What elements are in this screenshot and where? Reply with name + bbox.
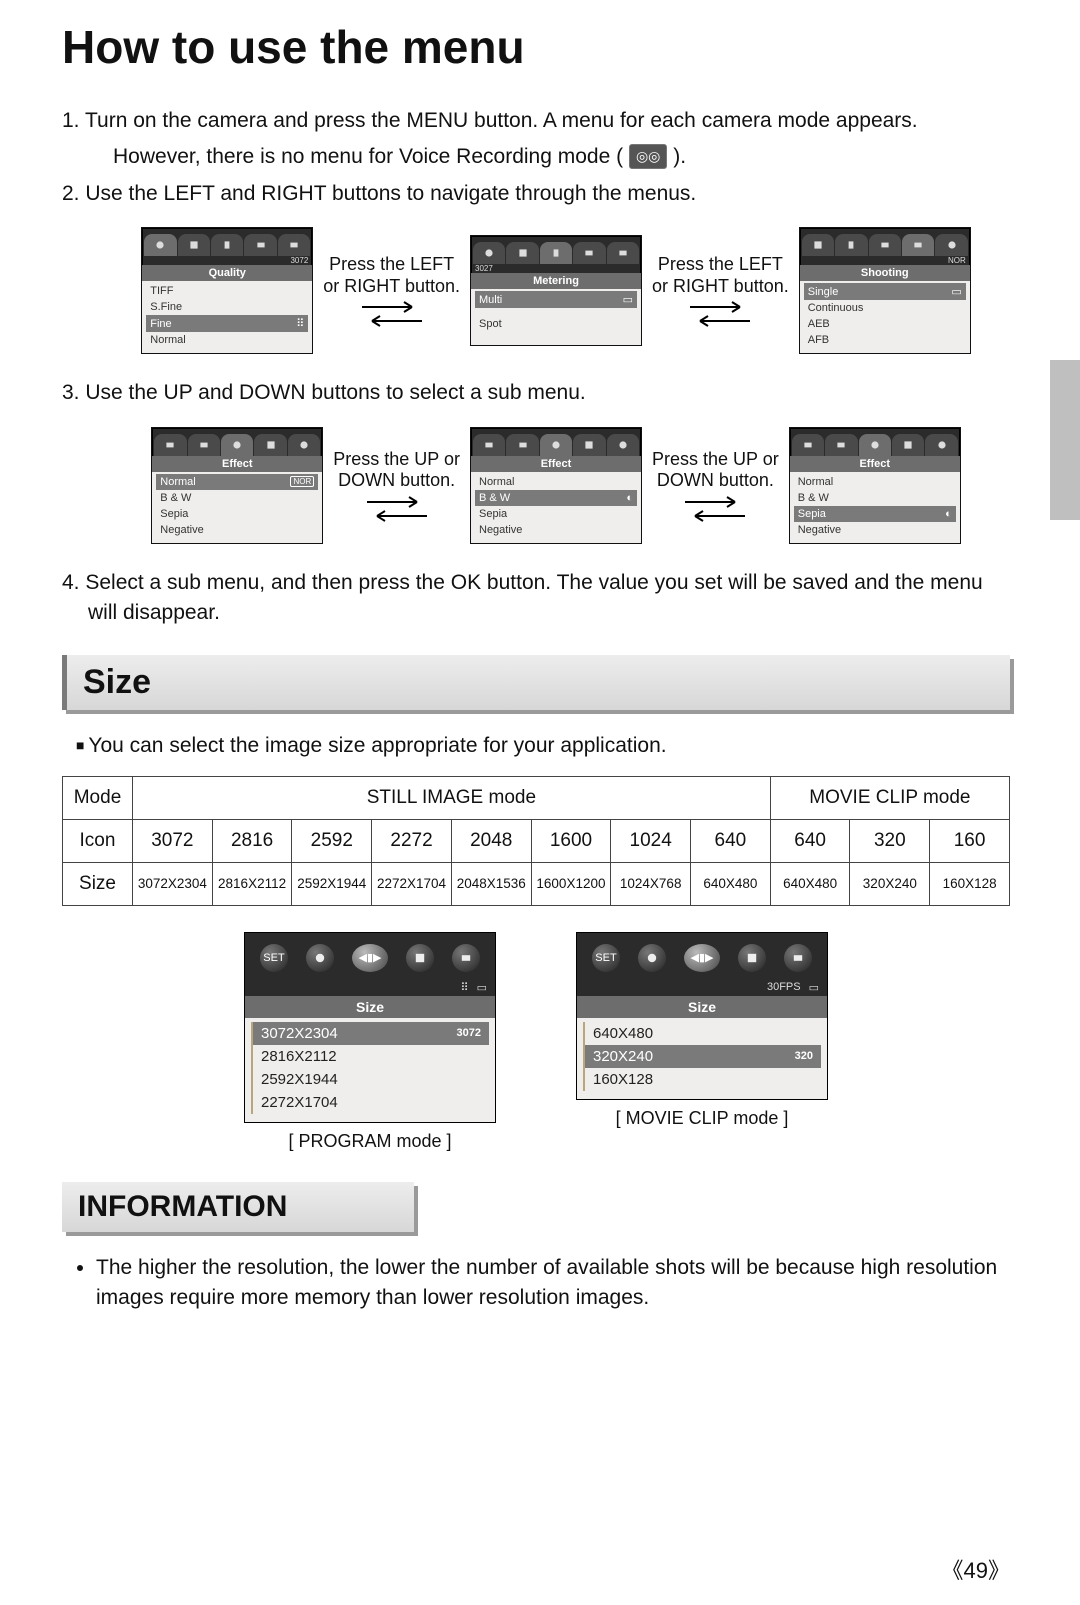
menu-row-lr: 3072 Quality TIFF S.Fine Fine⠿ Normal Pr… <box>102 227 1010 354</box>
info-list: The higher the resolution, the lower the… <box>62 1253 1010 1314</box>
th-size: Size <box>63 862 133 905</box>
menu-item-selected[interactable]: 3072X23043072 <box>251 1022 489 1045</box>
menu-item-selected[interactable]: Fine⠿ <box>146 315 308 332</box>
press-lr-label: Press the LEFT or RIGHT button. <box>323 254 460 297</box>
menu-item-selected[interactable]: B & W◐ <box>475 490 637 506</box>
menu-title: Effect <box>471 456 641 472</box>
set-button-icon[interactable]: SET <box>260 944 288 972</box>
screen-effect-3: Effect Normal B & W Sepia◐ Negative <box>789 427 961 544</box>
screen-tag: NOR <box>800 256 970 265</box>
menu-item[interactable]: 2272X1704 <box>251 1091 489 1114</box>
swap-arrows-icon <box>367 496 427 522</box>
size-heading: Size <box>62 655 1010 710</box>
menu-item[interactable]: Normal <box>475 474 637 490</box>
step-1a: 1. Turn on the camera and press the MENU… <box>62 109 918 132</box>
step-1c: ). <box>673 145 686 168</box>
step-3: 3. Use the UP and DOWN buttons to select… <box>88 378 1010 408</box>
menu-item[interactable]: Negative <box>156 522 318 538</box>
screen-quality: 3072 Quality TIFF S.Fine Fine⠿ Normal <box>141 227 313 354</box>
voice-record-icon: ◎◎ <box>629 144 667 168</box>
screen-effect-2: Effect Normal B & W◐ Sepia Negative <box>470 427 642 544</box>
press-ud-label: Press the UP or DOWN button. <box>652 449 779 492</box>
menu-row-ud: Effect NormalNOR B & W Sepia Negative Pr… <box>102 427 1010 544</box>
menu-title: Size <box>245 996 495 1018</box>
menu-item[interactable]: B & W <box>794 490 956 506</box>
screen-tag: 3072 <box>142 256 312 265</box>
menu-item[interactable]: 2592X1944 <box>251 1068 489 1091</box>
info-heading: INFORMATION <box>62 1182 414 1232</box>
th-icon: Icon <box>63 819 133 862</box>
step-4: 4. Select a sub menu, and then press the… <box>88 568 1010 629</box>
press-lr-label: Press the LEFT or RIGHT button. <box>652 254 789 297</box>
screen-shooting: NOR Shooting Single▭ Continuous AEB AFB <box>799 227 971 354</box>
swap-arrows-icon <box>685 496 745 522</box>
menu-item-selected[interactable]: Single▭ <box>804 283 966 300</box>
set-button-icon[interactable]: SET <box>592 944 620 972</box>
page-title: How to use the menu <box>62 20 1010 74</box>
menu-item[interactable]: Normal <box>794 474 956 490</box>
swap-arrows-icon <box>690 301 750 327</box>
menu-item[interactable]: Sepia <box>156 506 318 522</box>
menu-item[interactable]: 160X128 <box>583 1068 821 1091</box>
menu-item[interactable]: S.Fine <box>146 299 308 315</box>
menu-item-selected[interactable]: 320X240320 <box>583 1045 821 1068</box>
menu-item[interactable]: AEB <box>804 316 966 332</box>
page-number: 49 <box>941 1553 1010 1585</box>
menu-item[interactable]: B & W <box>156 490 318 506</box>
menu-title: Effect <box>790 456 960 472</box>
instruction-steps: 1. Turn on the camera and press the MENU… <box>62 106 1010 209</box>
menu-item[interactable]: Negative <box>794 522 956 538</box>
press-ud-label: Press the UP or DOWN button. <box>333 449 460 492</box>
menu-title: Size <box>577 996 827 1018</box>
swap-arrows-icon <box>362 301 422 327</box>
menu-title: Metering <box>471 273 641 289</box>
menu-item[interactable]: Continuous <box>804 300 966 316</box>
screen-effect-1: Effect NormalNOR B & W Sepia Negative <box>151 427 323 544</box>
menu-item[interactable]: Spot <box>475 316 637 332</box>
menu-item[interactable]: AFB <box>804 332 966 348</box>
page-thumb-tab <box>1050 360 1080 520</box>
menu-item-selected[interactable]: Multi▭ <box>475 291 637 308</box>
caption-movie: [ MOVIE CLIP mode ] <box>576 1108 828 1129</box>
menu-item[interactable]: Negative <box>475 522 637 538</box>
size-table: Mode STILL IMAGE mode MOVIE CLIP mode Ic… <box>62 776 1010 906</box>
menu-title: Shooting <box>800 265 970 281</box>
th-movie: MOVIE CLIP mode <box>770 776 1009 819</box>
info-bullet: The higher the resolution, the lower the… <box>96 1253 1010 1314</box>
menu-item-selected[interactable]: Sepia◐ <box>794 506 956 522</box>
step-1b: However, there is no menu for Voice Reco… <box>113 145 623 168</box>
menu-item[interactable]: Normal <box>146 332 308 348</box>
caption-program: [ PROGRAM mode ] <box>244 1131 496 1152</box>
menu-item-selected[interactable]: NormalNOR <box>156 474 318 490</box>
size-blurb: You can select the image size appropriat… <box>76 734 1010 758</box>
menu-title: Effect <box>152 456 322 472</box>
step-2: 2. Use the LEFT and RIGHT buttons to nav… <box>88 179 1010 209</box>
menu-title: Quality <box>142 265 312 281</box>
menu-item[interactable]: 2816X2112 <box>251 1045 489 1068</box>
th-mode: Mode <box>63 776 133 819</box>
screen-program-size: SET ◀▮▶ ⠿▭ Size 3072X23043072 2816X2112 … <box>244 932 496 1123</box>
menu-item[interactable]: 640X480 <box>583 1022 821 1045</box>
screen-tag: 3027 <box>471 264 641 273</box>
menu-item[interactable]: TIFF <box>146 283 308 299</box>
screen-movie-size: SET ◀▮▶ 30FPS▭ Size 640X480 320X240320 1… <box>576 932 828 1100</box>
screen-metering: 3027 Metering Multi▭ Spot <box>470 235 642 346</box>
menu-item[interactable]: Sepia <box>475 506 637 522</box>
th-still: STILL IMAGE mode <box>133 776 771 819</box>
